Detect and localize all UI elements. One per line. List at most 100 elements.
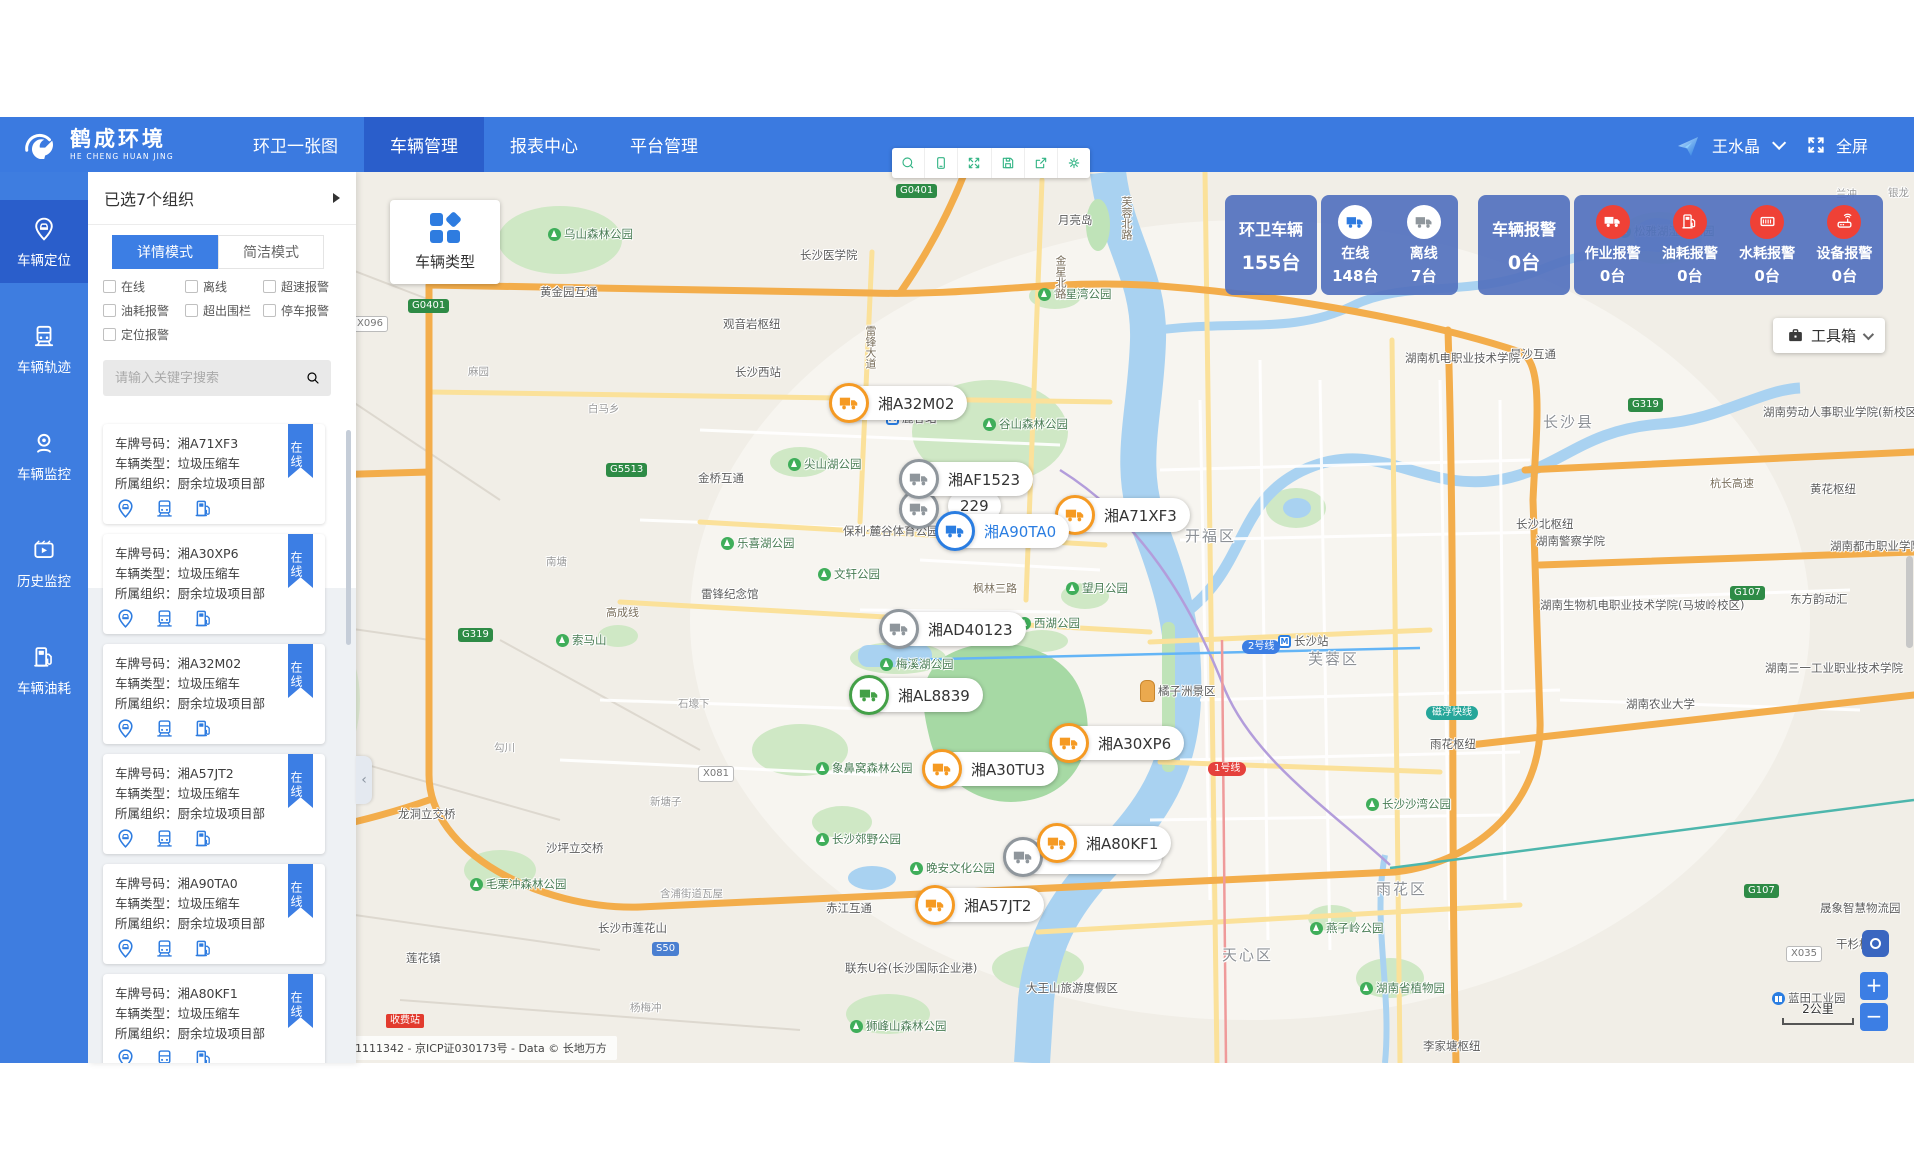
vehicle-marker[interactable]: 湘A80KF1 <box>1040 826 1171 860</box>
sidebar-item-vehicle-track[interactable]: 车辆轨迹 <box>0 307 88 390</box>
track-action-icon[interactable] <box>154 1048 175 1063</box>
vehicle-marker[interactable]: 湘A32M02 <box>832 386 967 420</box>
sidebar-item-vehicle-locate[interactable]: 车辆定位 <box>0 200 88 283</box>
tab-simple-mode[interactable]: 简洁模式 <box>218 235 324 269</box>
fuel-action-icon[interactable] <box>193 1048 214 1063</box>
expand-arrow-icon[interactable] <box>333 193 340 203</box>
checkbox-icon[interactable] <box>263 304 276 317</box>
panel-scrollbar[interactable] <box>346 430 351 645</box>
vehicle-camera-icon <box>31 430 57 456</box>
save-icon[interactable] <box>992 148 1025 178</box>
checkbox-icon[interactable] <box>185 304 198 317</box>
checkbox-icon[interactable] <box>103 280 116 293</box>
area-search-icon[interactable] <box>892 148 925 178</box>
nav-menu-item[interactable]: 环卫一张图 <box>227 117 364 172</box>
vehicle-plate-label: 湘A90TA0 <box>984 521 1056 542</box>
user-avatar[interactable] <box>1674 131 1702 159</box>
vehicle-marker[interactable]: 湘AL8839 <box>852 678 983 712</box>
fuel-action-icon[interactable] <box>193 938 214 959</box>
track-action-icon[interactable] <box>154 828 175 849</box>
road-shield-badge: 2号线 <box>1242 640 1280 654</box>
expand-icon[interactable] <box>958 148 991 178</box>
locate-action-icon[interactable] <box>115 828 136 849</box>
locate-action-icon[interactable] <box>115 608 136 629</box>
zoom-out-button[interactable]: − <box>1860 1003 1888 1031</box>
track-action-icon[interactable] <box>154 718 175 739</box>
vehicle-plate-label: 湘A80KF1 <box>1086 833 1158 854</box>
search-icon[interactable] <box>305 370 321 386</box>
map-poi-label: 新塘子 <box>650 794 682 809</box>
map-poi-label: 观音岩枢纽 <box>723 316 781 332</box>
fullscreen-icon[interactable] <box>1806 135 1826 155</box>
vehicle-card[interactable]: 在线 车牌号码：湘A80KF1 车辆类型：垃圾压缩车 所属组织：厨余垃圾项目部 <box>103 974 325 1063</box>
checkbox-icon[interactable] <box>185 280 198 293</box>
road-shield-badge: G5513 <box>606 463 647 477</box>
nav-menu-item[interactable]: 报表中心 <box>484 117 604 172</box>
search-input[interactable] <box>103 371 305 386</box>
type-value: 垃圾压缩车 <box>178 784 241 804</box>
locate-action-icon[interactable] <box>115 938 136 959</box>
map-poi-label: 东方韵动汇 <box>1790 591 1848 607</box>
poi-icon <box>470 878 483 891</box>
vehicle-card[interactable]: 在线 车牌号码：湘A90TA0 车辆类型：垃圾压缩车 所属组织：厨余垃圾项目部 <box>103 864 325 964</box>
track-action-icon[interactable] <box>154 938 175 959</box>
filter-checkbox[interactable]: 离线 <box>185 278 263 295</box>
vehicle-card[interactable]: 在线 车牌号码：湘A57JT2 车辆类型：垃圾压缩车 所属组织：厨余垃圾项目部 <box>103 754 325 854</box>
user-name[interactable]: 王水晶 <box>1712 133 1760 157</box>
toolbox-button[interactable]: 工具箱 <box>1773 318 1885 353</box>
filter-checkbox[interactable]: 在线 <box>103 278 185 295</box>
nav-menu-item[interactable]: 车辆管理 <box>364 117 484 172</box>
filter-checkbox[interactable]: 超出围栏 <box>185 302 263 319</box>
vehicle-marker[interactable]: 湘A71XF3 <box>1058 498 1190 532</box>
locate-action-icon[interactable] <box>115 1048 136 1063</box>
vehicle-card[interactable]: 在线 车牌号码：湘A71XF3 车辆类型：垃圾压缩车 所属组织：厨余垃圾项目部 <box>103 424 325 524</box>
track-action-icon[interactable] <box>154 608 175 629</box>
filter-checkbox[interactable]: 停车报警 <box>263 302 343 319</box>
sidebar-item-history-video[interactable]: 历史监控 <box>0 521 88 604</box>
checkbox-icon[interactable] <box>103 304 116 317</box>
map-canvas[interactable]: 智源小镇乌山森林公园长沙医学院黄金园互通月亮岛银星湾公园观音岩枢纽长沙西站麻园简… <box>88 172 1914 1063</box>
fuel-action-icon[interactable] <box>193 608 214 629</box>
sidebar-item-vehicle-camera[interactable]: 车辆监控 <box>0 414 88 497</box>
nav-menu-item[interactable]: 平台管理 <box>604 117 724 172</box>
locate-action-icon[interactable] <box>115 718 136 739</box>
fuel-action-icon[interactable] <box>193 718 214 739</box>
vehicle-type-button[interactable]: 车辆类型 <box>390 200 500 284</box>
mobile-icon[interactable] <box>925 148 958 178</box>
tab-detail-mode[interactable]: 详情模式 <box>112 235 218 269</box>
map-poi-label: 望月公园 <box>1066 580 1128 596</box>
filter-checkbox[interactable]: 油耗报警 <box>103 302 185 319</box>
vehicle-card[interactable]: 在线 车牌号码：湘A30XP6 车辆类型：垃圾压缩车 所属组织：厨余垃圾项目部 <box>103 534 325 634</box>
checkbox-icon[interactable] <box>263 280 276 293</box>
fuel-action-icon[interactable] <box>193 498 214 519</box>
track-action-icon[interactable] <box>154 498 175 519</box>
export-icon[interactable] <box>1025 148 1058 178</box>
vehicle-marker[interactable]: 湘A30TU3 <box>925 752 1058 786</box>
map-poi-label: 南塘 <box>546 554 567 569</box>
vehicle-marker[interactable]: 湘A30XP6 <box>1052 726 1184 760</box>
panel-collapse-handle[interactable]: ‹ <box>356 756 372 804</box>
map-toolbar <box>892 148 1090 178</box>
poi-icon <box>910 862 923 875</box>
fuel-action-icon[interactable] <box>193 828 214 849</box>
filter-checkbox[interactable]: 超速报警 <box>263 278 343 295</box>
sidebar-item-vehicle-fuel[interactable]: 车辆油耗 <box>0 628 88 711</box>
vehicle-marker[interactable]: 湘AD40123 <box>882 612 1026 646</box>
locate-button[interactable] <box>1862 930 1889 957</box>
vehicle-card[interactable]: 在线 车牌号码：湘A32M02 车辆类型：垃圾压缩车 所属组织：厨余垃圾项目部 <box>103 644 325 744</box>
history-video-icon <box>31 537 57 563</box>
checkbox-icon[interactable] <box>103 328 116 341</box>
settings-icon[interactable] <box>1058 148 1090 178</box>
locate-action-icon[interactable] <box>115 498 136 519</box>
page-scrollbar[interactable] <box>1906 556 1913 648</box>
org-selector[interactable]: 已选7个组织 <box>88 172 356 225</box>
road-shield-badge: S50 <box>652 942 679 956</box>
fullscreen-label[interactable]: 全屏 <box>1836 133 1868 157</box>
vehicle-marker[interactable]: 湘A90TA0 <box>938 514 1069 548</box>
zoom-in-button[interactable]: + <box>1860 972 1888 1000</box>
chevron-down-icon[interactable] <box>1772 135 1786 149</box>
filter-checkbox[interactable]: 定位报警 <box>103 326 185 343</box>
vehicle-marker[interactable]: 湘AF1523 <box>902 462 1033 496</box>
vehicle-marker[interactable]: 湘A57JT2 <box>918 888 1044 922</box>
map-poi-label: 湖南机电职业技术学院 <box>1405 350 1520 366</box>
